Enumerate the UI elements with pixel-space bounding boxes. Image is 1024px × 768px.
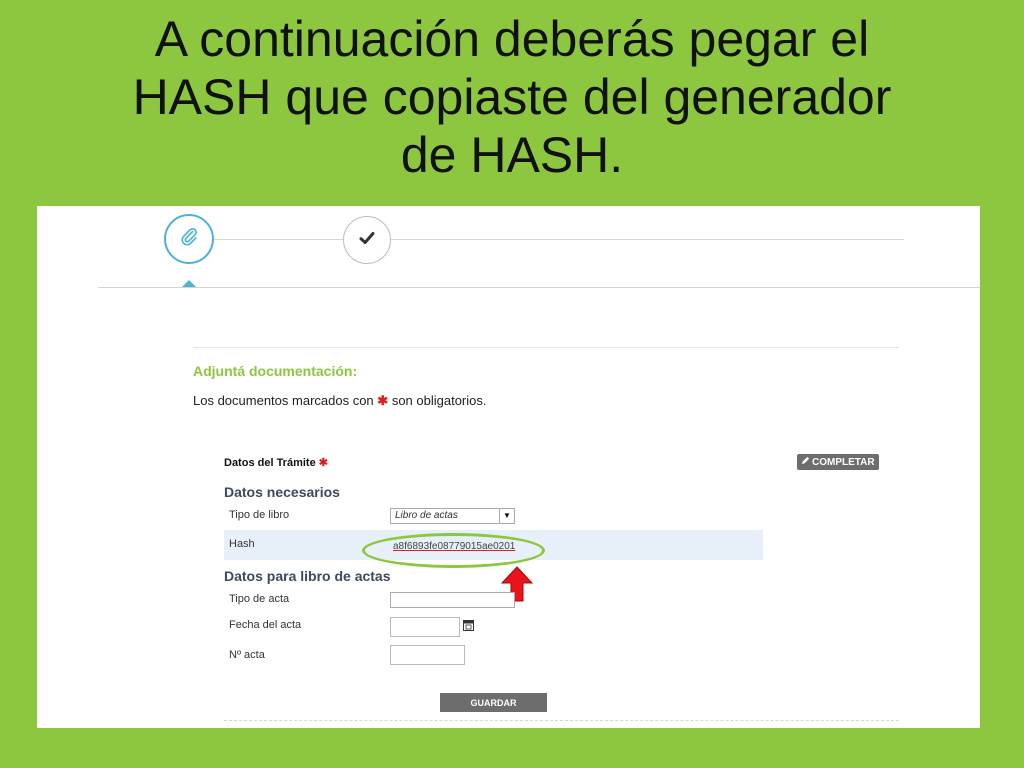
fecha-acta-input[interactable] [390,617,460,637]
complete-button[interactable]: COMPLETAR [797,454,879,470]
calendar-icon[interactable] [461,616,475,633]
required-note-text: Los documentos marcados con [193,393,374,408]
complete-button-label: COMPLETAR [812,456,875,468]
divider [98,287,980,288]
nro-acta-input[interactable] [390,645,465,665]
stepper-line [214,239,343,240]
nro-acta-label: Nº acta [229,649,265,661]
required-note-text-end: son obligatorios. [391,393,487,408]
active-step-pointer [182,280,196,287]
slide-title: A continuación deberás pegar el HASH que… [0,10,1024,184]
stepper-line [391,239,904,240]
tipo-acta-select[interactable] [390,592,515,608]
required-note: Los documentos marcados con ✱ son obliga… [193,393,486,409]
fecha-acta-label: Fecha del acta [229,619,302,631]
group-title-acts: Datos para libro de actas [224,568,391,584]
section-label-text: Datos del Trámite [224,457,316,469]
embedded-screenshot: Adjuntá documentación: Los documentos ma… [37,206,980,728]
check-icon [358,229,376,252]
section-label: Datos del Trámite ✱ [224,456,328,469]
attach-heading: Adjuntá documentación: [193,363,358,379]
divider [193,347,899,348]
title-line-3: de HASH. [400,127,624,183]
tipo-acta-label: Tipo de acta [229,593,290,605]
title-line-1: A continuación deberás pegar el [154,11,870,67]
step-confirm[interactable] [343,216,391,264]
save-button[interactable]: GUARDAR [440,693,547,712]
pencil-icon [801,456,810,468]
group-title-required: Datos necesarios [224,484,340,500]
paperclip-icon [178,226,200,253]
highlight-ellipse [362,533,545,568]
tipo-libro-label: Tipo de libro [229,509,290,521]
divider [224,720,899,721]
tipo-libro-select[interactable]: Libro de actas ▼ [390,508,515,524]
title-line-2: HASH que copiaste del generador [132,69,892,125]
required-star: ✱ [318,457,328,469]
chevron-down-icon: ▼ [499,509,514,523]
hash-label: Hash [229,538,255,550]
step-attach[interactable] [164,214,214,264]
required-star: ✱ [377,393,389,408]
tipo-libro-value: Libro de actas [395,510,458,521]
